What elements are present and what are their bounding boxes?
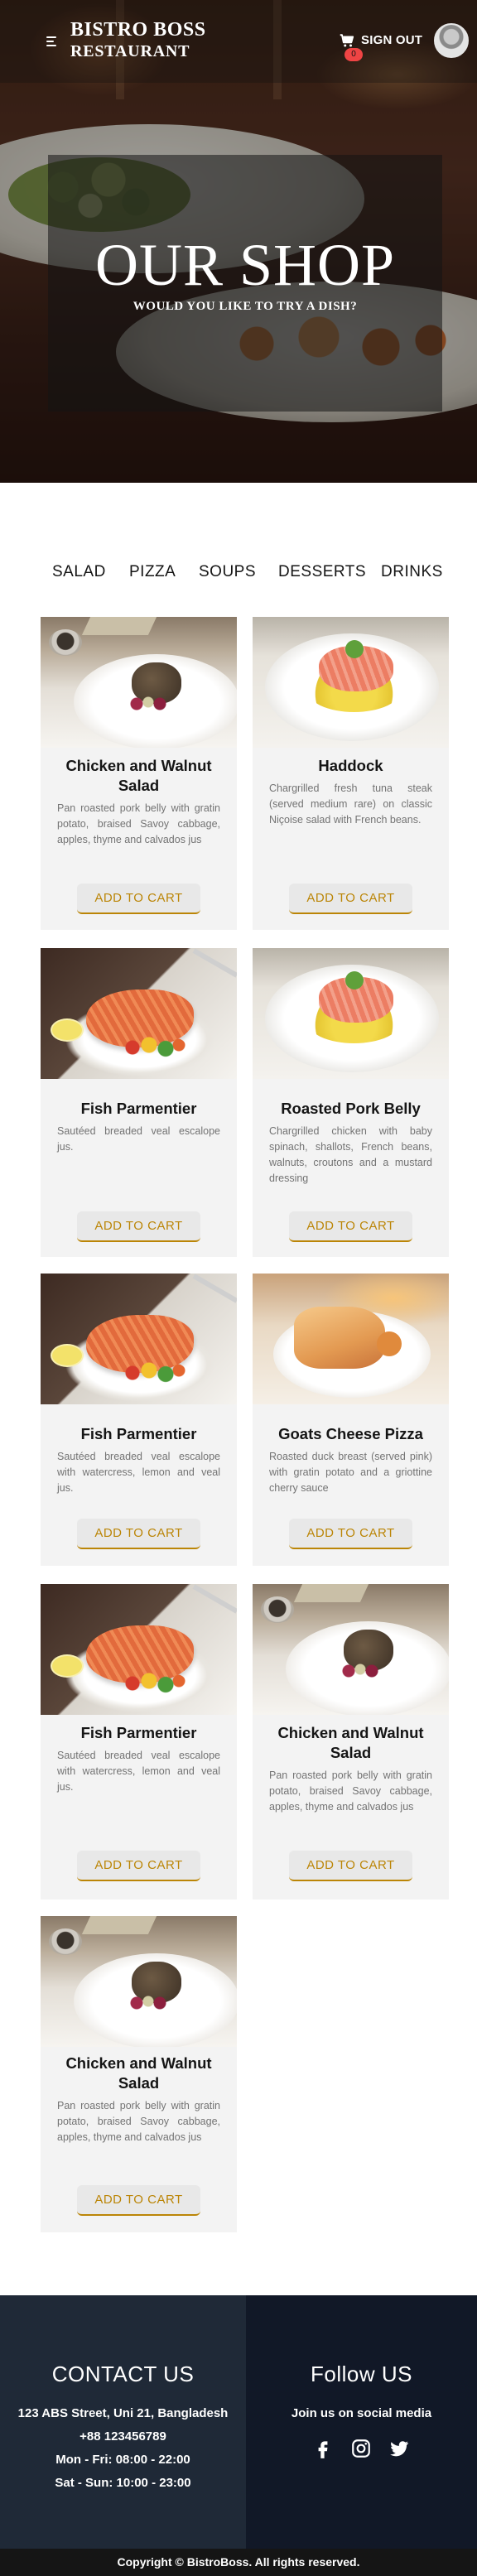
add-to-cart-button[interactable]: ADD TO CART (289, 1211, 412, 1242)
tab-salad[interactable]: SALAD (52, 563, 106, 581)
product-description: Sautéed breaded veal escalope jus. (57, 1125, 220, 1153)
product-card: Haddock Chargrilled fresh tuna steak (se… (253, 617, 449, 930)
hero-banner: OUR SHOP WOULD YOU LIKE TO TRY A DISH? (48, 155, 442, 412)
sign-out-button[interactable]: SIGN OUT (361, 33, 422, 47)
add-to-cart-button[interactable]: ADD TO CART (289, 884, 412, 914)
page-title: OUR SHOP (94, 231, 396, 298)
page-subtitle: WOULD YOU LIKE TO TRY A DISH? (132, 299, 358, 313)
cart-icon[interactable] (340, 33, 354, 48)
add-to-cart-button[interactable]: ADD TO CART (77, 1211, 200, 1242)
product-title: Fish Parmentier (80, 1425, 197, 1442)
product-title: Chicken and Walnut Salad (277, 1724, 424, 1761)
follow-text: Join us on social media (291, 2406, 432, 2420)
product-description: Chargrilled chicken with baby spinach, s… (269, 1125, 432, 1184)
product-card: Goats Cheese Pizza Roasted duck breast (… (253, 1274, 449, 1566)
product-card: Fish Parmentier Sautéed breaded veal esc… (41, 1584, 237, 1899)
navbar: BISTRO BOSS RESTAURANT 0 SIGN OUT (0, 0, 477, 83)
brand-name: BISTRO BOSS (70, 19, 206, 41)
twitter-icon[interactable] (388, 2438, 410, 2459)
tab-soups[interactable]: SOUPS (199, 563, 256, 581)
food-image (41, 1274, 237, 1404)
tab-desserts[interactable]: DESSERTS (278, 563, 366, 581)
tab-drinks[interactable]: DRINKS (381, 563, 443, 581)
hours-weekend: Sat - Sun: 10:00 - 23:00 (55, 2476, 191, 2490)
product-card: Chicken and Walnut Salad Pan roasted por… (253, 1584, 449, 1899)
facebook-icon[interactable] (312, 2438, 334, 2459)
product-description: Pan roasted pork belly with gratin potat… (269, 1769, 432, 1813)
product-title: Chicken and Walnut Salad (65, 757, 212, 794)
food-image (41, 1916, 237, 2047)
product-description: Pan roasted pork belly with gratin potat… (57, 802, 220, 845)
product-title: Chicken and Walnut Salad (65, 2054, 212, 2092)
food-image (253, 617, 449, 748)
add-to-cart-button[interactable]: ADD TO CART (289, 1851, 412, 1881)
avatar[interactable] (434, 23, 469, 58)
contact-title: CONTACT US (51, 2362, 195, 2386)
product-title: Goats Cheese Pizza (278, 1425, 423, 1442)
product-card: Fish Parmentier Sautéed breaded veal esc… (41, 948, 237, 1257)
brand-logo[interactable]: BISTRO BOSS RESTAURANT (70, 19, 206, 62)
add-to-cart-button[interactable]: ADD TO CART (77, 2185, 200, 2216)
category-tabs: SALAD PIZZA SOUPS DESSERTS DRINKS (0, 563, 477, 590)
food-image (41, 617, 237, 748)
add-to-cart-button[interactable]: ADD TO CART (77, 1519, 200, 1549)
instagram-icon[interactable] (350, 2438, 372, 2459)
hours-weekday: Mon - Fri: 08:00 - 22:00 (55, 2453, 190, 2467)
food-image (253, 1584, 449, 1715)
contact-section: CONTACT US 123 ABS Street, Uni 21, Bangl… (0, 2295, 246, 2549)
product-description: Sautéed breaded veal escalope with water… (57, 1750, 220, 1793)
food-image (253, 948, 449, 1079)
cart-count-badge: 0 (344, 48, 363, 61)
product-title: Haddock (318, 757, 383, 774)
add-to-cart-button[interactable]: ADD TO CART (77, 1851, 200, 1881)
follow-section: Follow US Join us on social media (246, 2295, 477, 2549)
product-title: Fish Parmentier (80, 1724, 197, 1741)
product-description: Pan roasted pork belly with gratin potat… (57, 2100, 220, 2143)
food-image (41, 1584, 237, 1715)
product-title: Roasted Pork Belly (281, 1100, 421, 1117)
product-card: Roasted Pork Belly Chargrilled chicken w… (253, 948, 449, 1257)
food-image (41, 948, 237, 1079)
tab-pizza[interactable]: PIZZA (129, 563, 176, 581)
product-title: Fish Parmentier (80, 1100, 197, 1117)
follow-title: Follow US (311, 2362, 412, 2386)
product-description: Roasted duck breast (served pink) with g… (269, 1451, 432, 1494)
product-card: Chicken and Walnut Salad Pan roasted por… (41, 1916, 237, 2232)
product-card: Chicken and Walnut Salad Pan roasted por… (41, 617, 237, 930)
add-to-cart-button[interactable]: ADD TO CART (289, 1519, 412, 1549)
menu-icon[interactable] (46, 36, 58, 46)
add-to-cart-button[interactable]: ADD TO CART (77, 884, 200, 914)
footer: CONTACT US 123 ABS Street, Uni 21, Bangl… (0, 2295, 477, 2576)
copyright-text: Copyright © BistroBoss. All rights reser… (0, 2549, 477, 2576)
contact-address: 123 ABS Street, Uni 21, Bangladesh (17, 2406, 229, 2420)
product-card: Fish Parmentier Sautéed breaded veal esc… (41, 1274, 237, 1566)
brand-tagline: RESTAURANT (70, 42, 190, 60)
food-image (253, 1274, 449, 1404)
product-description: Chargrilled fresh tuna steak (served med… (269, 782, 432, 826)
product-description: Sautéed breaded veal escalope with water… (57, 1451, 220, 1494)
social-links (246, 2438, 477, 2459)
contact-phone: +88 123456789 (80, 2429, 166, 2444)
